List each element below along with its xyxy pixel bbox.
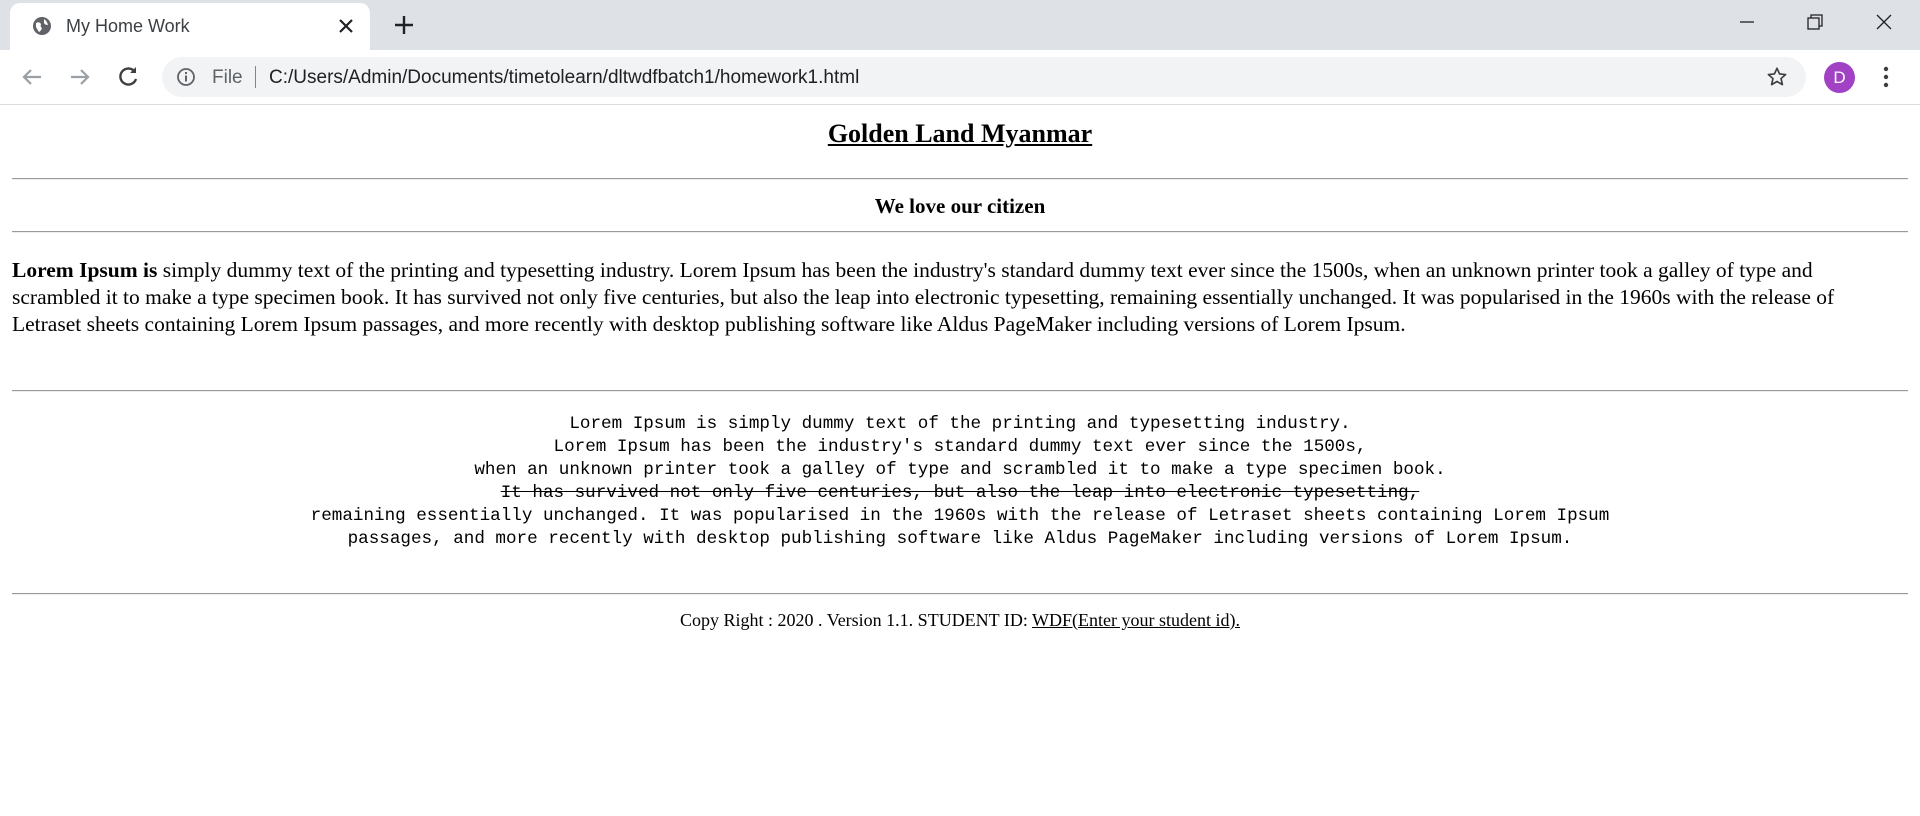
intro-paragraph: Lorem Ipsum is simply dummy text of the … <box>12 257 1872 338</box>
pre-line: Lorem Ipsum is simply dummy text of the … <box>569 414 1351 434</box>
url-divider <box>255 66 256 88</box>
footer: Copy Right : 2020 . Version 1.1. STUDENT… <box>0 608 1920 632</box>
close-icon[interactable] <box>336 16 356 36</box>
address-bar[interactable]: File C:/Users/Admin/Documents/timetolear… <box>162 57 1806 97</box>
footer-text: Copy Right : 2020 . Version 1.1. STUDENT… <box>680 610 1033 630</box>
window-close-icon[interactable] <box>1872 10 1896 34</box>
horizontal-rule <box>12 231 1908 233</box>
horizontal-rule <box>12 178 1908 180</box>
page-content: Golden Land Myanmar We love our citizen … <box>0 105 1920 816</box>
profile-avatar[interactable]: D <box>1824 62 1855 93</box>
preformatted-block: Lorem Ipsum is simply dummy text of the … <box>0 413 1920 551</box>
restore-icon[interactable] <box>1803 10 1827 34</box>
browser-toolbar: File C:/Users/Admin/Documents/timetolear… <box>0 50 1920 105</box>
page-title-text: Golden Land Myanmar <box>827 119 1093 148</box>
page-title: Golden Land Myanmar <box>0 119 1920 149</box>
kebab-menu-icon[interactable] <box>1876 65 1896 89</box>
info-icon[interactable] <box>176 67 196 87</box>
reload-icon[interactable] <box>114 63 142 91</box>
pre-line: passages, and more recently with desktop… <box>347 529 1573 549</box>
tab-strip: My Home Work <box>0 0 1920 50</box>
tab-title: My Home Work <box>66 16 190 36</box>
plus-icon[interactable] <box>392 13 416 37</box>
horizontal-rule <box>12 593 1908 595</box>
pre-line-strikethrough: It has survived not only five centuries,… <box>0 482 1920 505</box>
horizontal-rule <box>12 390 1908 392</box>
intro-text: simply dummy text of the printing and ty… <box>12 258 1835 336</box>
strikethrough-text: It has survived not only five centuries,… <box>500 483 1420 503</box>
back-arrow-icon[interactable] <box>18 63 46 91</box>
forward-arrow-icon[interactable] <box>66 63 94 91</box>
student-id-link[interactable]: WDF(Enter your student id). <box>1032 610 1240 630</box>
page-subtitle: We love our citizen <box>874 194 1046 218</box>
url-text[interactable]: C:/Users/Admin/Documents/timetolearn/dlt… <box>269 67 859 89</box>
browser-tab[interactable]: My Home Work <box>10 3 370 50</box>
star-icon[interactable] <box>1766 66 1788 88</box>
pre-line: remaining essentially unchanged. It was … <box>310 506 1610 526</box>
minimize-icon[interactable] <box>1735 10 1759 34</box>
url-scheme-label: File <box>212 67 243 88</box>
intro-bold-text: Lorem Ipsum is <box>12 258 158 282</box>
pre-line: when an unknown printer took a galley of… <box>474 460 1446 480</box>
globe-icon <box>33 17 51 35</box>
pre-line: Lorem Ipsum has been the industry's stan… <box>553 437 1367 457</box>
